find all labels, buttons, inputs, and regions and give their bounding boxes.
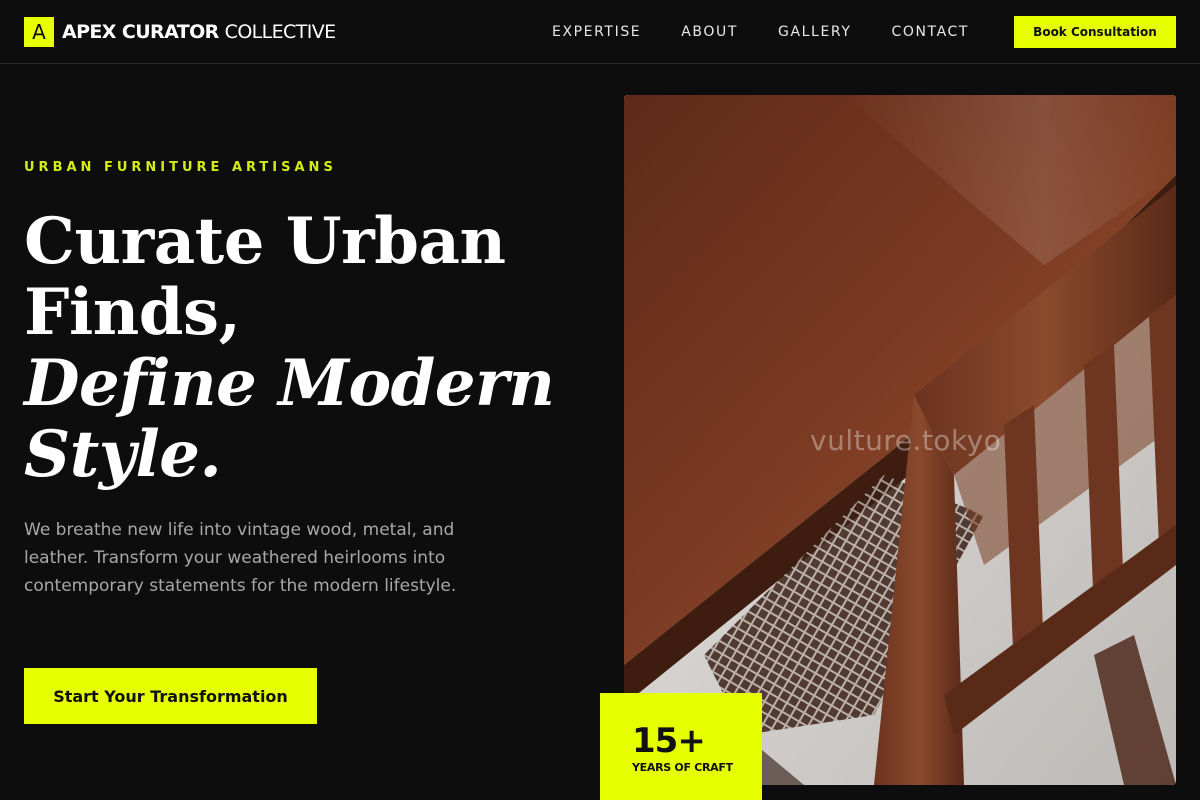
start-transformation-button[interactable]: Start Your Transformation: [24, 668, 317, 724]
headline-line-1: Curate Urban: [24, 204, 506, 279]
nav-link-contact[interactable]: CONTACT: [891, 22, 969, 42]
hero-eyebrow: URBAN FURNITURE ARTISANS: [24, 160, 337, 175]
nav-links: EXPERTISE ABOUT GALLERY CONTACT: [552, 22, 1009, 42]
brand-logo[interactable]: A APEX CURATOR COLLECTIVE: [24, 17, 336, 47]
brand-logo-icon: A: [24, 17, 54, 47]
hero-headline: Curate Urban Finds, Define Modern Style.: [24, 206, 584, 490]
image-watermark: vulture.tokyo: [810, 424, 1002, 457]
nav-link-expertise[interactable]: EXPERTISE: [552, 22, 641, 42]
headline-line-4: Style.: [24, 417, 222, 492]
top-navigation: A APEX CURATOR COLLECTIVE EXPERTISE ABOU…: [0, 0, 1200, 64]
nav-link-gallery[interactable]: GALLERY: [778, 22, 851, 42]
stat-value: 15+: [632, 721, 706, 761]
nav-link-about[interactable]: ABOUT: [681, 22, 738, 42]
book-consultation-button[interactable]: Book Consultation: [1014, 16, 1176, 48]
headline-line-2: Finds,: [24, 275, 241, 350]
stat-label: YEARS OF CRAFT: [632, 761, 733, 774]
headline-line-3: Define Modern: [24, 346, 555, 421]
brand-name-strong: APEX CURATOR: [62, 21, 219, 43]
hero-description: We breathe new life into vintage wood, m…: [24, 520, 457, 596]
years-of-craft-badge: 15+ YEARS OF CRAFT: [600, 693, 762, 800]
brand-name-light: COLLECTIVE: [224, 21, 336, 43]
